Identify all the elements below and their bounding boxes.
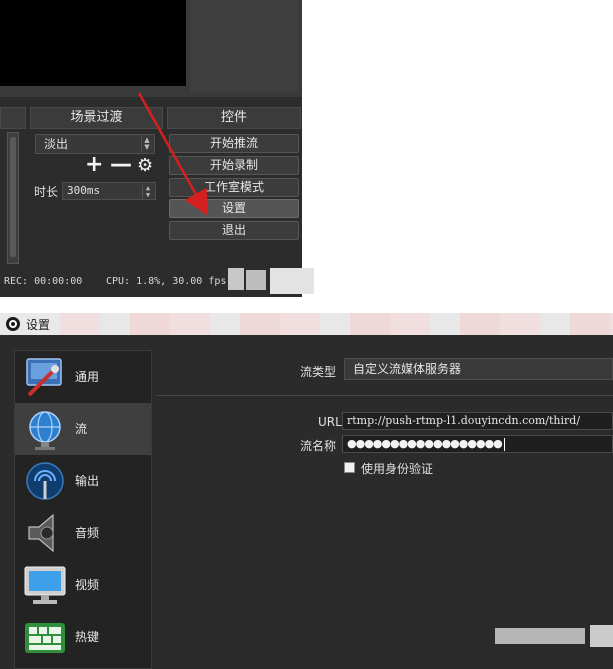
- preview-canvas: [0, 0, 186, 86]
- sidebar-item-audio[interactable]: 音频: [15, 507, 151, 559]
- remove-transition-button[interactable]: —: [110, 154, 132, 176]
- blur-patch: [228, 268, 244, 290]
- sidebar-item-label: 输出: [75, 474, 100, 488]
- general-settings-icon: [26, 358, 62, 397]
- settings-sidebar: 通用 流 输出 音频 视频 热键: [14, 350, 152, 669]
- spin-arrows-icon[interactable]: ▲ ▼: [141, 137, 152, 151]
- scrollbar-thumb[interactable]: [10, 137, 16, 257]
- obs-main-panel: 场景过渡 控件 淡出 ▲ ▼ + — ⚙ 时长 300ms ▲ ▼ 开始推流 开始录…: [0, 0, 302, 297]
- settings-window: 设置 通用 流 输出 音频 视频 热键 流类型 自定义流媒体服务器 URL rt…: [0, 313, 613, 669]
- sidebar-item-general[interactable]: 通用: [15, 351, 151, 403]
- globe-stream-icon: [29, 411, 61, 450]
- obs-logo-icon: [6, 317, 20, 331]
- sidebar-item-label: 通用: [75, 370, 100, 384]
- sidebar-item-output[interactable]: 输出: [15, 455, 151, 507]
- url-label: URL: [318, 415, 342, 429]
- transition-header: 场景过渡: [30, 107, 163, 129]
- preview-side-panel: [190, 0, 298, 92]
- stream-type-label: 流类型: [300, 365, 337, 379]
- preview-area: [0, 0, 302, 97]
- studio-mode-button[interactable]: 工作室模式: [169, 178, 299, 197]
- add-transition-button[interactable]: +: [85, 154, 103, 176]
- transition-select[interactable]: 淡出 ▲ ▼: [35, 134, 155, 154]
- keyboard-icon: [25, 623, 65, 653]
- scenes-header: [0, 107, 26, 129]
- controls-header: 控件: [167, 107, 301, 129]
- duration-label: 时长: [34, 185, 59, 199]
- spin-arrows-icon[interactable]: ▲ ▼: [142, 185, 153, 199]
- use-auth-checkbox[interactable]: [344, 462, 355, 473]
- sidebar-item-label: 热键: [75, 630, 100, 644]
- use-auth-label: 使用身份验证: [361, 462, 434, 476]
- blur-patch: [495, 628, 585, 644]
- stream-key-input[interactable]: ●●●●●●●●●●●●●●●●●●: [342, 435, 613, 453]
- transition-select-value: 淡出: [44, 137, 69, 151]
- sidebar-item-hotkeys[interactable]: 热键: [15, 611, 151, 663]
- monitor-icon: [24, 566, 66, 604]
- divider: [157, 395, 613, 396]
- exit-button[interactable]: 退出: [169, 221, 299, 240]
- gear-icon[interactable]: ⚙: [137, 156, 153, 176]
- start-streaming-button[interactable]: 开始推流: [169, 134, 299, 153]
- url-input[interactable]: rtmp://push-rtmp-l1.douyincdn.com/third/: [342, 412, 613, 430]
- settings-button[interactable]: 设置: [169, 199, 299, 218]
- output-antenna-icon: [26, 462, 64, 500]
- left-scrollbar[interactable]: [7, 132, 19, 264]
- start-recording-button[interactable]: 开始录制: [169, 156, 299, 175]
- blur-patch: [590, 625, 613, 647]
- speaker-icon: [28, 513, 54, 553]
- stream-key-label: 流名称: [300, 439, 337, 453]
- blur-patch: [270, 268, 314, 294]
- window-titlebar[interactable]: 设置: [0, 313, 613, 335]
- stream-key-masked-value: ●●●●●●●●●●●●●●●●●●: [347, 437, 503, 450]
- duration-value: 300ms: [67, 184, 101, 197]
- sidebar-item-label: 流: [75, 422, 88, 436]
- sidebar-item-video[interactable]: 视频: [15, 559, 151, 611]
- duration-spinbox[interactable]: 300ms ▲ ▼: [62, 182, 156, 200]
- cpu-fps-readout: CPU: 1.8%, 30.00 fps: [106, 276, 227, 287]
- stream-type-select[interactable]: 自定义流媒体服务器: [344, 358, 613, 380]
- recording-time: REC: 00:00:00: [4, 276, 83, 287]
- titlebar-blur: [60, 313, 613, 335]
- sidebar-item-stream[interactable]: 流: [15, 403, 151, 455]
- sidebar-item-label: 视频: [75, 578, 100, 592]
- sidebar-item-label: 音频: [75, 526, 100, 540]
- text-caret: [503, 437, 505, 451]
- blur-patch: [246, 270, 266, 290]
- window-title: 设置: [26, 318, 51, 332]
